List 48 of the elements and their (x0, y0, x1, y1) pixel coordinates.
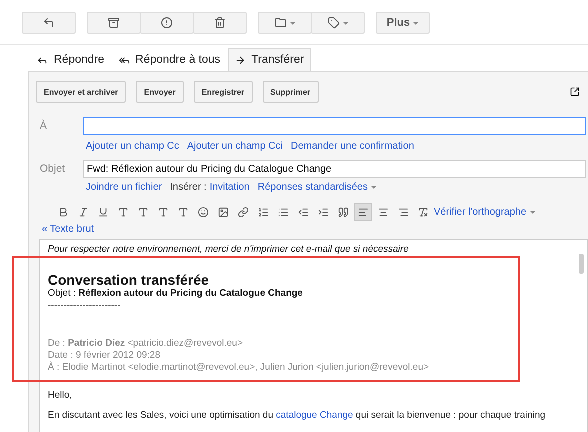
invitation-link[interactable]: Invitation (210, 182, 250, 193)
alert-icon (161, 17, 173, 29)
catalogue-link[interactable]: catalogue Change (276, 410, 354, 421)
scrollbar[interactable] (579, 254, 584, 274)
plain-text-link[interactable]: « Texte brut (42, 224, 94, 235)
tab[interactable]: Transférer (228, 48, 312, 71)
trash-icon (214, 17, 226, 29)
greeting-text: Hello, (48, 390, 74, 402)
field-label: Objet (39, 163, 66, 175)
spellcheck-link[interactable]: Vérifier l'orthographe (434, 206, 536, 218)
field-label: À (39, 120, 48, 132)
forward-icon (234, 54, 246, 66)
attach-link[interactable]: Joindre un fichier (86, 182, 162, 193)
insert-label: Insérer : (170, 182, 207, 193)
action-button[interactable]: Enregistrer (194, 81, 253, 103)
action-button[interactable]: Envoyer et archiver (36, 81, 126, 103)
subject-field[interactable]: Fwd: Réflexion autour du Pricing du Catalogue Change (83, 160, 586, 178)
canned-responses-link[interactable]: Réponses standardisées (258, 182, 377, 193)
tag-icon (328, 17, 340, 29)
link[interactable]: Demander une confirmation (291, 141, 414, 152)
spam-button[interactable] (140, 12, 194, 34)
tab[interactable]: Répondre (30, 48, 112, 71)
message-editor[interactable] (39, 239, 588, 432)
notice-text: Pour respecter notre environnement, merci de n'imprimer cet e-mail que si nécessaire (48, 244, 410, 256)
body-paragraph: En discutant avec les Sales, voici une optimisation du catalogue Change qui serait la bienvenue : pour chaque training (48, 410, 547, 422)
date-line: Date : 9 février 2012 09:28 (48, 350, 162, 362)
link[interactable]: Ajouter un champ Cci (187, 141, 283, 152)
back-icon (43, 17, 55, 29)
recipients-line: À : Elodie Martinot <elodie.martinot@revevol.eu>, Julien Jurion <julien.jurion@revevol.eu> (48, 362, 430, 374)
forwarded-subject: Objet : Réflexion autour du Pricing du Catalogue Change (48, 288, 304, 300)
label-button[interactable] (311, 12, 365, 34)
tab[interactable]: Répondre à tous (112, 48, 228, 71)
reply-icon (37, 54, 48, 66)
archive-icon (108, 17, 120, 29)
delete-button[interactable] (193, 12, 247, 34)
link[interactable]: Ajouter un champ Cc (86, 141, 180, 152)
more-button[interactable]: Plus (376, 12, 430, 34)
reply-all-icon (118, 54, 130, 66)
to-field[interactable] (83, 117, 586, 135)
forwarded-title: Conversation transférée (48, 272, 210, 288)
action-button[interactable]: Envoyer (136, 81, 184, 103)
action-button[interactable]: Supprimer (262, 81, 319, 103)
from-line: De : Patricio Díez <patricio.diez@revevol.eu> (48, 338, 244, 350)
folder-icon (274, 17, 286, 29)
separator-text: ----------------------- (48, 300, 122, 312)
move-button[interactable] (258, 12, 312, 34)
align-left-icon[interactable] (354, 203, 372, 221)
archive-button[interactable] (87, 12, 141, 34)
